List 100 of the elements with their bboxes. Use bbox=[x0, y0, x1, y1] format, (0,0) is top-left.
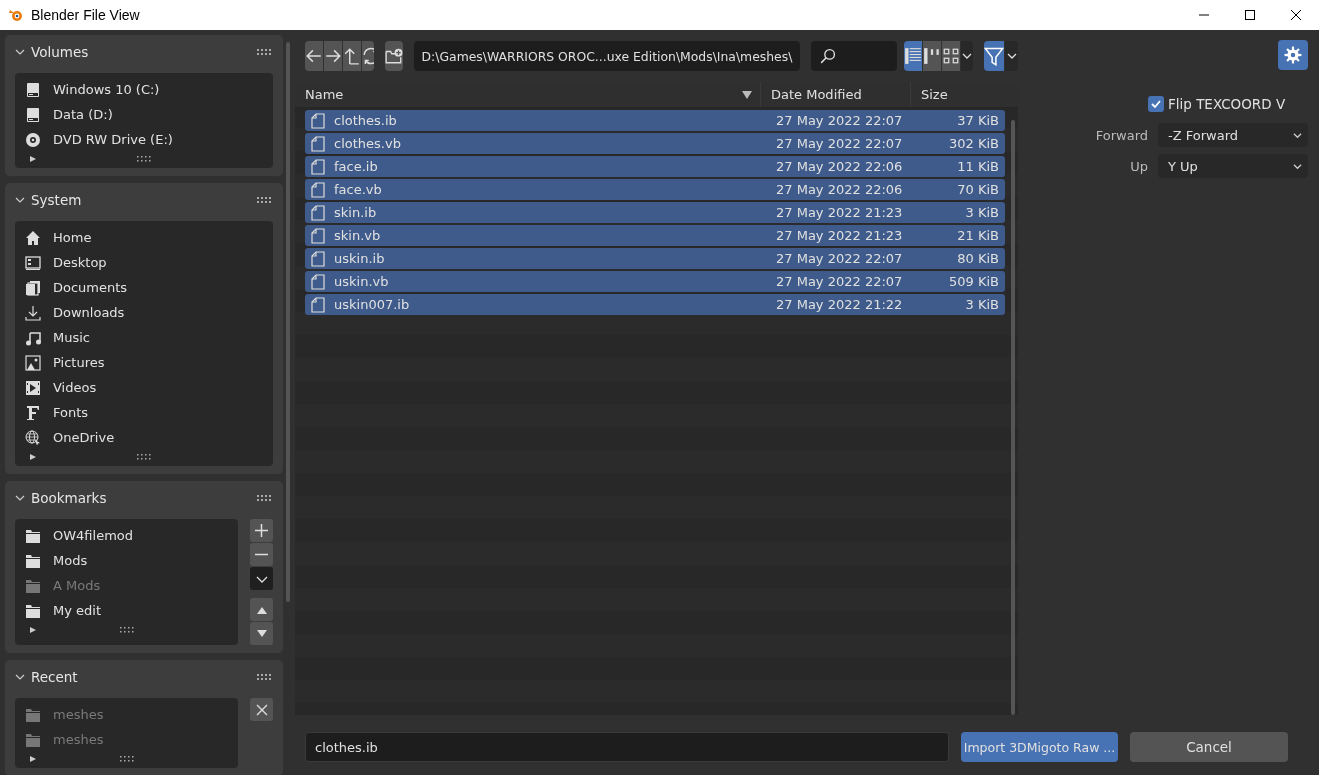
left-arrow-icon bbox=[305, 47, 323, 65]
resize-grip-icon[interactable] bbox=[119, 627, 134, 633]
file-name: uskin007.ib bbox=[334, 297, 411, 312]
caret-icon bbox=[1293, 161, 1302, 171]
column-header[interactable]: Name bbox=[295, 82, 761, 107]
filename-field[interactable]: clothes.ib bbox=[305, 732, 949, 762]
dropdown-button[interactable] bbox=[250, 567, 273, 590]
resize-grip-icon[interactable] bbox=[119, 756, 134, 762]
vertical-list-icon bbox=[904, 47, 923, 65]
file-row[interactable]: skin.ib 27 May 2022 21:23 3 KiB bbox=[305, 202, 1005, 223]
file-name: face.ib bbox=[334, 159, 379, 174]
file-name: skin.ib bbox=[334, 205, 378, 220]
drag-handle-icon[interactable] bbox=[257, 493, 273, 502]
expand-triangle-icon[interactable] bbox=[29, 626, 37, 634]
add-button[interactable] bbox=[250, 519, 273, 542]
sidebar-item[interactable]: Downloads bbox=[15, 300, 273, 325]
remove-button[interactable] bbox=[250, 543, 273, 566]
file-icon bbox=[311, 296, 325, 313]
path-field[interactable]: D:\Games\WARRIORS OROC...uxe Edition\Mods\Ina\meshes\ bbox=[413, 41, 801, 71]
sidebar-item[interactable]: Documents bbox=[15, 275, 273, 300]
file-size: 80 KiB bbox=[956, 251, 999, 266]
import-button[interactable]: Import 3DMigoto Raw ... bbox=[961, 732, 1118, 762]
sidebar-item[interactable]: OneDrive bbox=[15, 425, 273, 450]
window-title: Blender File View bbox=[31, 7, 140, 23]
clear-button[interactable] bbox=[250, 698, 273, 721]
date-modified: 27 May 2022 22:06 bbox=[776, 182, 904, 197]
plus-icon bbox=[255, 524, 268, 537]
thumbnails-view-button[interactable] bbox=[942, 41, 961, 71]
file-row[interactable]: clothes.vb 27 May 2022 22:07 302 KiB bbox=[305, 133, 1005, 154]
sidebar-item[interactable]: Mods bbox=[15, 548, 238, 573]
sidebar-item[interactable]: Data (D:) bbox=[15, 102, 273, 127]
date-modified: 27 May 2022 22:07 bbox=[776, 136, 904, 151]
drag-handle-icon[interactable] bbox=[257, 672, 273, 681]
sidebar-item[interactable]: My edit bbox=[15, 598, 238, 623]
file-row[interactable]: uskin.ib 27 May 2022 22:07 80 KiB bbox=[305, 248, 1005, 269]
back-button[interactable] bbox=[305, 41, 323, 71]
new-folder-button[interactable] bbox=[384, 41, 403, 71]
cancel-button[interactable]: Cancel bbox=[1130, 732, 1288, 762]
sidebar-item[interactable]: Home bbox=[15, 225, 273, 250]
dropdown-field[interactable]: Y Up bbox=[1158, 154, 1308, 178]
panel-title[interactable]: Volumes bbox=[31, 43, 89, 60]
sidebar-item[interactable]: Videos bbox=[15, 375, 273, 400]
checkbox[interactable] bbox=[1148, 96, 1164, 112]
horizontal-view-button[interactable] bbox=[923, 41, 942, 71]
file-icon bbox=[311, 273, 325, 290]
sort-triangle-icon[interactable] bbox=[742, 90, 752, 99]
expand-triangle-icon[interactable] bbox=[29, 453, 37, 461]
file-name: clothes.vb bbox=[334, 136, 402, 151]
file-row[interactable]: skin.vb 27 May 2022 21:23 21 KiB bbox=[305, 225, 1005, 246]
panel-title[interactable]: System bbox=[31, 191, 82, 208]
dropdown-button[interactable] bbox=[1005, 41, 1018, 71]
file-size: 3 KiB bbox=[964, 205, 999, 220]
sidebar-item[interactable]: Windows 10 (C:) bbox=[15, 77, 273, 102]
settings-button[interactable] bbox=[1278, 40, 1308, 70]
expand-triangle-icon[interactable] bbox=[29, 155, 37, 163]
file-row[interactable]: uskin007.ib 27 May 2022 21:22 3 KiB bbox=[305, 294, 1005, 315]
move-down-button[interactable] bbox=[250, 622, 273, 645]
up-arrow-icon bbox=[343, 47, 361, 65]
filter-button[interactable] bbox=[984, 41, 1004, 71]
settings-icon bbox=[1284, 46, 1302, 64]
file-row[interactable]: uskin.vb 27 May 2022 22:07 509 KiB bbox=[305, 271, 1005, 292]
expand-triangle-icon[interactable] bbox=[29, 755, 37, 763]
file-row[interactable]: face.ib 27 May 2022 22:06 11 KiB bbox=[305, 156, 1005, 177]
date-modified: 27 May 2022 22:06 bbox=[776, 159, 904, 174]
column-header[interactable]: Size bbox=[911, 82, 1018, 107]
sidebar-item[interactable]: Music bbox=[15, 325, 273, 350]
file-icon bbox=[311, 204, 325, 221]
sidebar-item[interactable]: Pictures bbox=[15, 350, 273, 375]
drag-handle-icon[interactable] bbox=[257, 47, 273, 56]
drag-handle-icon[interactable] bbox=[257, 195, 273, 204]
file-size: 70 KiB bbox=[956, 182, 999, 197]
resize-grip-icon[interactable] bbox=[137, 156, 151, 162]
sidebar-item[interactable]: Desktop bbox=[15, 250, 273, 275]
dropdown-button[interactable] bbox=[961, 41, 973, 71]
sidebar-item[interactable]: DVD RW Drive (E:) bbox=[15, 127, 273, 152]
vertical-view-button[interactable] bbox=[904, 41, 923, 71]
maximize-icon bbox=[1244, 9, 1256, 21]
caret-icon bbox=[1293, 130, 1302, 140]
sidebar-item[interactable]: OW4filemod bbox=[15, 523, 238, 548]
resize-grip-icon[interactable] bbox=[137, 454, 151, 460]
forward-button[interactable] bbox=[324, 41, 342, 71]
checkmark-icon bbox=[1150, 98, 1162, 110]
file-size: 11 KiB bbox=[956, 159, 999, 174]
search-field[interactable] bbox=[811, 41, 898, 71]
file-row[interactable]: clothes.ib 27 May 2022 22:07 37 KiB bbox=[305, 110, 1005, 131]
move-up-button[interactable] bbox=[250, 598, 273, 621]
panel-title[interactable]: Recent bbox=[31, 668, 78, 685]
dropdown-field[interactable]: -Z Forward bbox=[1158, 123, 1308, 147]
file-size: 3 KiB bbox=[964, 297, 999, 312]
file-row[interactable]: face.vb 27 May 2022 22:06 70 KiB bbox=[305, 179, 1005, 200]
date-modified: 27 May 2022 21:23 bbox=[776, 205, 904, 220]
panel-title[interactable]: Bookmarks bbox=[31, 489, 107, 506]
column-header[interactable]: Date Modified bbox=[761, 82, 911, 107]
scrollbar[interactable] bbox=[286, 42, 290, 602]
checkbox-label: Flip TEXCOORD V bbox=[1168, 96, 1286, 112]
file-name: clothes.ib bbox=[334, 113, 398, 128]
sidebar-item[interactable]: Fonts bbox=[15, 400, 273, 425]
parent-directory-button[interactable] bbox=[343, 41, 361, 71]
file-icon bbox=[311, 135, 325, 152]
scrollbar[interactable] bbox=[1011, 120, 1015, 715]
